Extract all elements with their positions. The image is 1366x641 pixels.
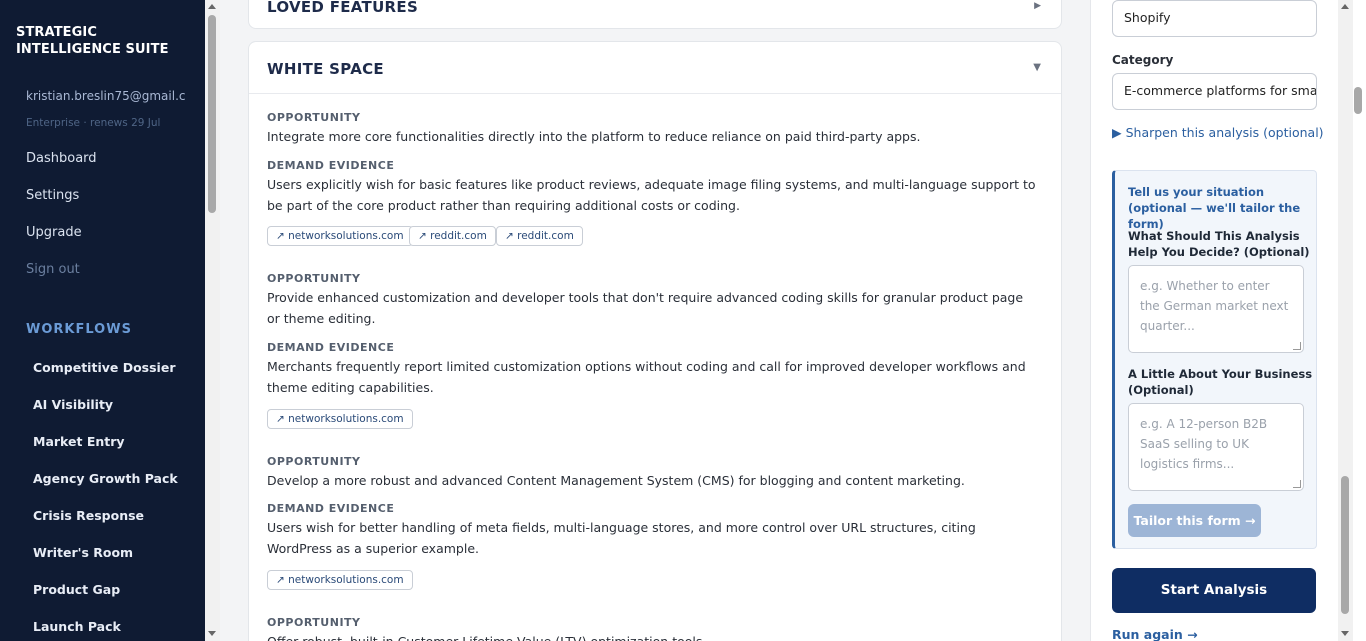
sidebar: STRATEGIC INTELLIGENCE SUITE kristian.br… [0,0,205,641]
brand-title: STRATEGIC INTELLIGENCE SUITE [16,25,169,57]
category-label: Category [1112,53,1174,67]
opportunity-text: Develop a more robust and advanced Conte… [267,473,965,488]
opportunity-text: Provide enhanced customization and devel… [267,290,1024,326]
demand-evidence-label: DEMAND EVIDENCE [267,502,395,515]
scroll-up-arrow-icon[interactable] [1341,4,1349,9]
business-textarea[interactable]: e.g. A 12-person B2B SaaS selling to UK … [1128,403,1304,491]
workflow-launch-pack[interactable]: Launch Pack [33,619,121,634]
page-scrollbar[interactable] [1353,0,1366,641]
demand-evidence-text: Users wish for better handling of meta f… [267,520,976,556]
business-question-label: A Little About Your Business (Optional) [1128,367,1313,397]
scrollbar-thumb[interactable] [208,15,216,213]
tailor-box-title: Tell us your situation (optional — we'll… [1128,185,1301,231]
start-analysis-button[interactable]: Start Analysis [1112,568,1316,613]
workflow-agency-growth-pack[interactable]: Agency Growth Pack [33,471,178,486]
scroll-up-arrow-icon[interactable] [208,4,216,9]
opportunity-label: OPPORTUNITY [267,616,361,629]
section-title: WHITE SPACE [267,60,384,78]
workflow-market-entry[interactable]: Market Entry [33,434,125,449]
loved-features-section[interactable]: LOVED FEATURES ▶ [248,0,1062,29]
tailor-form-box: Tell us your situation (optional — we'll… [1112,170,1317,549]
demand-evidence-label: DEMAND EVIDENCE [267,341,395,354]
opportunity-label: OPPORTUNITY [267,455,361,468]
main-content: LOVED FEATURES ▶ WHITE SPACE ▼ OPPORTUNI… [220,0,1090,641]
category-input[interactable]: E-commerce platforms for smal [1112,73,1317,110]
source-link[interactable]: ↗ networksolutions.com [267,570,413,590]
section-header[interactable]: WHITE SPACE ▼ [249,42,1061,94]
sharpen-analysis-toggle[interactable]: ▶ Sharpen this analysis (optional) [1112,125,1324,140]
decision-question-label: What Should This Analysis Help You Decid… [1128,229,1310,259]
demand-evidence-text: Users explicitly wish for basic features… [267,177,1036,213]
nav-settings[interactable]: Settings [26,188,79,203]
section-title: LOVED FEATURES [267,0,419,16]
resize-grip-icon[interactable] [1293,342,1301,350]
tailor-form-button[interactable]: Tailor this form → [1128,504,1261,537]
plan-status: Enterprise · renews 29 Jul [26,117,161,129]
workflow-product-gap[interactable]: Product Gap [33,582,120,597]
company-input[interactable]: Shopify [1112,0,1317,37]
panel-scrollbar[interactable] [1338,0,1353,641]
business-placeholder: e.g. A 12-person B2B SaaS selling to UK … [1140,417,1268,471]
source-link[interactable]: ↗ reddit.com [409,226,496,246]
resize-grip-icon[interactable] [1293,480,1301,488]
scroll-down-arrow-icon[interactable] [208,631,216,636]
nav-upgrade[interactable]: Upgrade [26,225,82,240]
user-email: kristian.breslin75@gmail.c... [26,89,186,103]
opportunity-label: OPPORTUNITY [267,111,361,124]
white-space-section: WHITE SPACE ▼ OPPORTUNITY Integrate more… [248,41,1062,641]
expand-caret-icon[interactable]: ▶ [1034,1,1041,11]
source-link[interactable]: ↗ networksolutions.com [267,226,413,246]
source-link[interactable]: ↗ networksolutions.com [267,409,413,429]
collapse-caret-icon[interactable]: ▼ [1033,62,1041,73]
workflow-ai-visibility[interactable]: AI Visibility [33,397,113,412]
run-again-link[interactable]: Run again → [1112,627,1198,641]
nav-sign-out[interactable]: Sign out [26,262,80,277]
scrollbar-thumb[interactable] [1354,87,1362,114]
workflow-writers-room[interactable]: Writer's Room [33,545,133,560]
workflows-heading: WORKFLOWS [26,322,132,337]
nav-dashboard[interactable]: Dashboard [26,151,97,166]
demand-evidence-text: Merchants frequently report limited cust… [267,359,1026,395]
demand-evidence-label: DEMAND EVIDENCE [267,159,395,172]
scroll-down-arrow-icon[interactable] [1341,631,1349,636]
scrollbar-thumb[interactable] [1341,476,1349,614]
source-link[interactable]: ↗ reddit.com [496,226,583,246]
decision-placeholder: e.g. Whether to enter the German market … [1140,279,1289,333]
analysis-form-panel: Shopify Category E-commerce platforms fo… [1090,0,1338,641]
sidebar-scrollbar[interactable] [205,0,220,641]
workflow-crisis-response[interactable]: Crisis Response [33,508,144,523]
opportunity-text: Offer robust, built-in Customer Lifetime… [267,631,1037,641]
decision-textarea[interactable]: e.g. Whether to enter the German market … [1128,265,1304,353]
opportunity-label: OPPORTUNITY [267,272,361,285]
workflow-competitive-dossier[interactable]: Competitive Dossier [33,360,175,375]
opportunity-text: Integrate more core functionalities dire… [267,129,921,144]
